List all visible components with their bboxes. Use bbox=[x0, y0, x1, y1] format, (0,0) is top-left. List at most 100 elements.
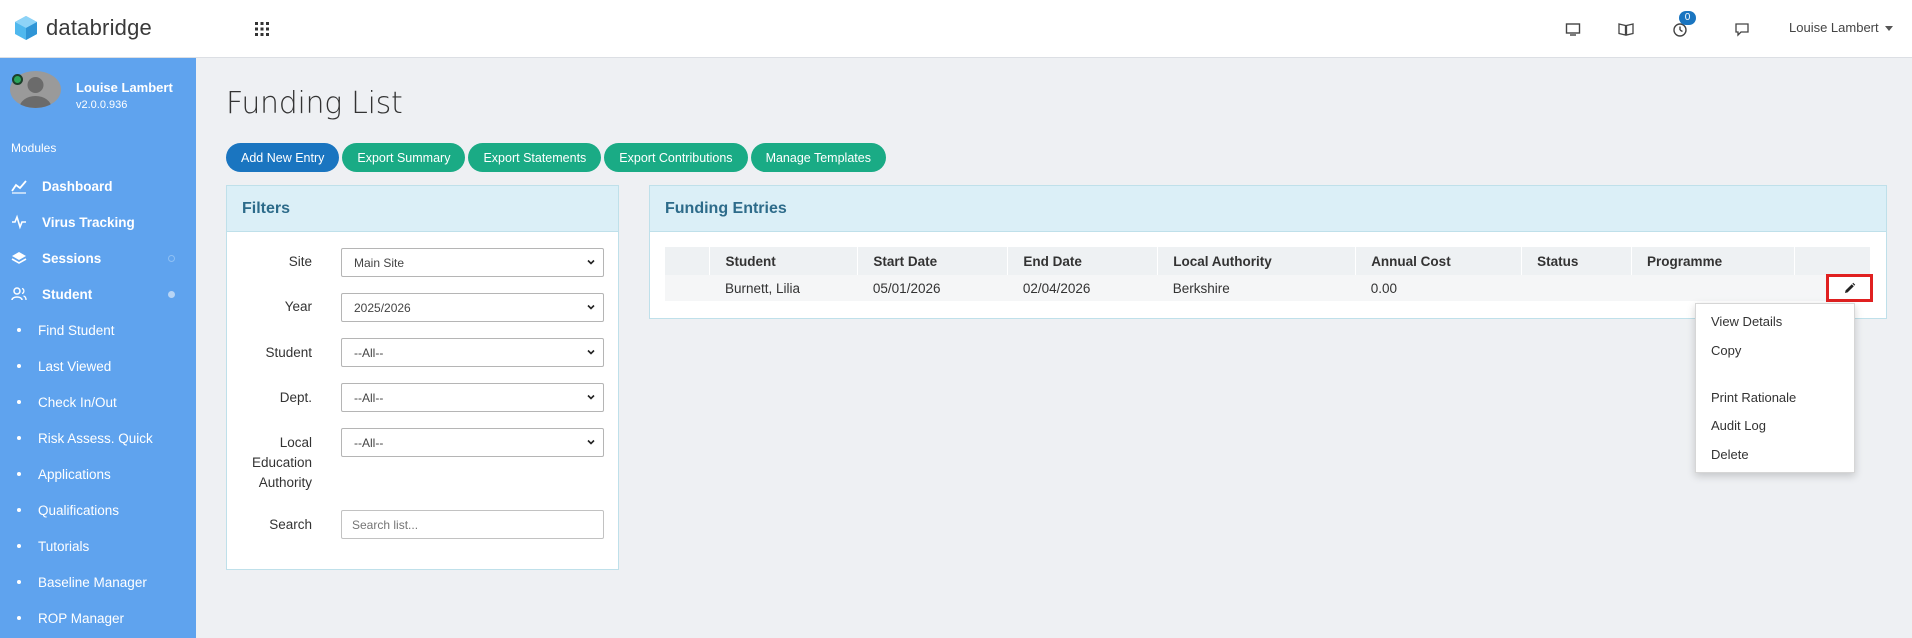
bullet-icon bbox=[17, 580, 21, 584]
cell-annual-cost: 0.00 bbox=[1355, 275, 1522, 301]
user-menu[interactable]: Louise Lambert bbox=[1789, 20, 1893, 35]
bullet-icon bbox=[17, 328, 21, 332]
site-select[interactable]: Main Site bbox=[341, 248, 604, 277]
column-header-start-date[interactable]: Start Date bbox=[857, 247, 1009, 275]
cell-status bbox=[1521, 275, 1632, 301]
sidebar-item-label: Student bbox=[42, 286, 93, 302]
bullet-icon bbox=[17, 436, 21, 440]
users-icon bbox=[11, 287, 27, 301]
grid-icon[interactable] bbox=[254, 21, 270, 37]
sidebar-item-label: Sessions bbox=[42, 250, 102, 266]
column-header-status[interactable]: Status bbox=[1521, 247, 1633, 275]
column-header-select bbox=[665, 247, 711, 275]
collapsed-indicator-icon bbox=[168, 254, 175, 262]
lea-label-line-1: Local bbox=[279, 435, 312, 450]
funding-entries-table: Student Start Date End Date Local Author… bbox=[665, 247, 1872, 301]
sidebar-item-label: Find Student bbox=[38, 322, 115, 338]
sidebar-subitem-last-viewed[interactable]: Last Viewed bbox=[0, 351, 196, 381]
add-new-entry-button[interactable]: Add New Entry bbox=[226, 143, 340, 172]
lea-label-line-3: Authority bbox=[258, 475, 312, 490]
sidebar-item-label: Last Viewed bbox=[38, 358, 112, 374]
bullet-icon bbox=[17, 616, 21, 620]
column-header-local-authority[interactable]: Local Authority bbox=[1157, 247, 1357, 275]
sidebar-subitem-find-student[interactable]: Find Student bbox=[0, 315, 196, 345]
sidebar-subitem-applications[interactable]: Applications bbox=[0, 459, 196, 489]
sidebar-subitem-rop-manager[interactable]: ROP Manager bbox=[0, 603, 196, 633]
book-icon[interactable] bbox=[1617, 20, 1635, 38]
student-select[interactable]: --All-- bbox=[341, 338, 604, 367]
column-header-actions bbox=[1794, 247, 1872, 275]
chat-icon[interactable] bbox=[1733, 20, 1751, 38]
sidebar-item-label: Baseline Manager bbox=[38, 574, 147, 590]
pulse-icon bbox=[12, 214, 26, 230]
sidebar-item-student[interactable]: Student bbox=[0, 279, 196, 309]
sidebar-item-dashboard[interactable]: Dashboard bbox=[0, 171, 196, 201]
sidebar-item-sessions[interactable]: Sessions bbox=[0, 243, 196, 273]
caret-down-icon bbox=[1884, 26, 1893, 32]
sidebar-item-label: Risk Assess. Quick bbox=[38, 430, 153, 446]
dept-select[interactable]: --All-- bbox=[341, 383, 604, 412]
menu-item-copy[interactable]: Copy bbox=[1711, 343, 1741, 358]
app-version: v2.0.0.936 bbox=[76, 99, 128, 111]
chevron-down-icon bbox=[587, 304, 595, 310]
row-actions-button[interactable] bbox=[1826, 274, 1873, 302]
sidebar-item-label: Tutorials bbox=[38, 538, 90, 554]
sidebar-subitem-tutorials[interactable]: Tutorials bbox=[0, 531, 196, 561]
menu-item-print-rationale[interactable]: Print Rationale bbox=[1711, 390, 1796, 405]
brand-logo[interactable]: databridge bbox=[14, 15, 152, 41]
menu-item-delete[interactable]: Delete bbox=[1711, 447, 1749, 462]
menu-item-audit-log[interactable]: Audit Log bbox=[1711, 418, 1766, 433]
sidebar-subitem-check-in-out[interactable]: Check In/Out bbox=[0, 387, 196, 417]
bullet-icon bbox=[17, 472, 21, 476]
lea-value: --All-- bbox=[354, 435, 384, 450]
year-select[interactable]: 2025/2026 bbox=[341, 293, 604, 322]
dept-label: Dept. bbox=[279, 390, 312, 405]
manage-templates-button[interactable]: Manage Templates bbox=[750, 143, 886, 172]
chevron-down-icon bbox=[587, 394, 595, 400]
action-toolbar: Add New Entry Export Summary Export Stat… bbox=[226, 143, 886, 172]
cell-programme bbox=[1631, 275, 1795, 301]
row-actions-menu: View Details Copy Print Rationale Audit … bbox=[1695, 303, 1855, 473]
lea-label-line-2: Education bbox=[251, 455, 312, 470]
filters-panel: Filters Site Main Site Year 2025/2026 St… bbox=[226, 185, 619, 570]
export-statements-button[interactable]: Export Statements bbox=[468, 143, 602, 172]
dept-value: --All-- bbox=[354, 390, 384, 405]
table-row[interactable]: Burnett, Lilia 05/01/2026 02/04/2026 Ber… bbox=[665, 275, 1871, 301]
student-label: Student bbox=[265, 345, 312, 360]
sidebar-item-label: Virus Tracking bbox=[42, 214, 135, 230]
chevron-down-icon bbox=[587, 259, 595, 265]
row-select-cell bbox=[665, 275, 710, 301]
lea-select[interactable]: --All-- bbox=[341, 428, 604, 457]
cell-student: Burnett, Lilia bbox=[709, 275, 858, 301]
top-bar: databridge 0 Louise Lambert bbox=[0, 0, 1912, 58]
monitor-icon[interactable] bbox=[1564, 20, 1582, 38]
cell-end-date: 02/04/2026 bbox=[1007, 275, 1158, 301]
column-header-programme[interactable]: Programme bbox=[1631, 247, 1795, 275]
expanded-indicator-icon bbox=[168, 290, 175, 298]
column-header-annual-cost[interactable]: Annual Cost bbox=[1355, 247, 1523, 275]
chart-line-icon bbox=[11, 180, 27, 194]
funding-entries-title: Funding Entries bbox=[650, 186, 1886, 232]
column-header-student[interactable]: Student bbox=[709, 247, 859, 275]
year-value: 2025/2026 bbox=[354, 300, 411, 315]
filters-title: Filters bbox=[227, 186, 618, 232]
sidebar-subitem-qualifications[interactable]: Qualifications bbox=[0, 495, 196, 525]
cell-local-authority: Berkshire bbox=[1157, 275, 1356, 301]
sidebar: Louise Lambert v2.0.0.936 Modules Dashbo… bbox=[0, 58, 196, 638]
user-name: Louise Lambert bbox=[1789, 20, 1879, 35]
column-header-end-date[interactable]: End Date bbox=[1007, 247, 1159, 275]
sidebar-subitem-baseline-manager[interactable]: Baseline Manager bbox=[0, 567, 196, 597]
chevron-down-icon bbox=[587, 439, 595, 445]
bullet-icon bbox=[17, 508, 21, 512]
site-value: Main Site bbox=[354, 255, 405, 270]
export-contributions-button[interactable]: Export Contributions bbox=[604, 143, 748, 172]
layers-icon bbox=[11, 252, 27, 264]
page-title: Funding List bbox=[226, 86, 403, 121]
pencil-icon bbox=[1845, 282, 1856, 293]
sidebar-subitem-risk-assess-quick[interactable]: Risk Assess. Quick bbox=[0, 423, 196, 453]
bullet-icon bbox=[17, 544, 21, 548]
menu-item-view-details[interactable]: View Details bbox=[1711, 314, 1782, 329]
export-summary-button[interactable]: Export Summary bbox=[342, 143, 466, 172]
sidebar-item-virus-tracking[interactable]: Virus Tracking bbox=[0, 207, 196, 237]
search-input[interactable] bbox=[341, 510, 604, 539]
